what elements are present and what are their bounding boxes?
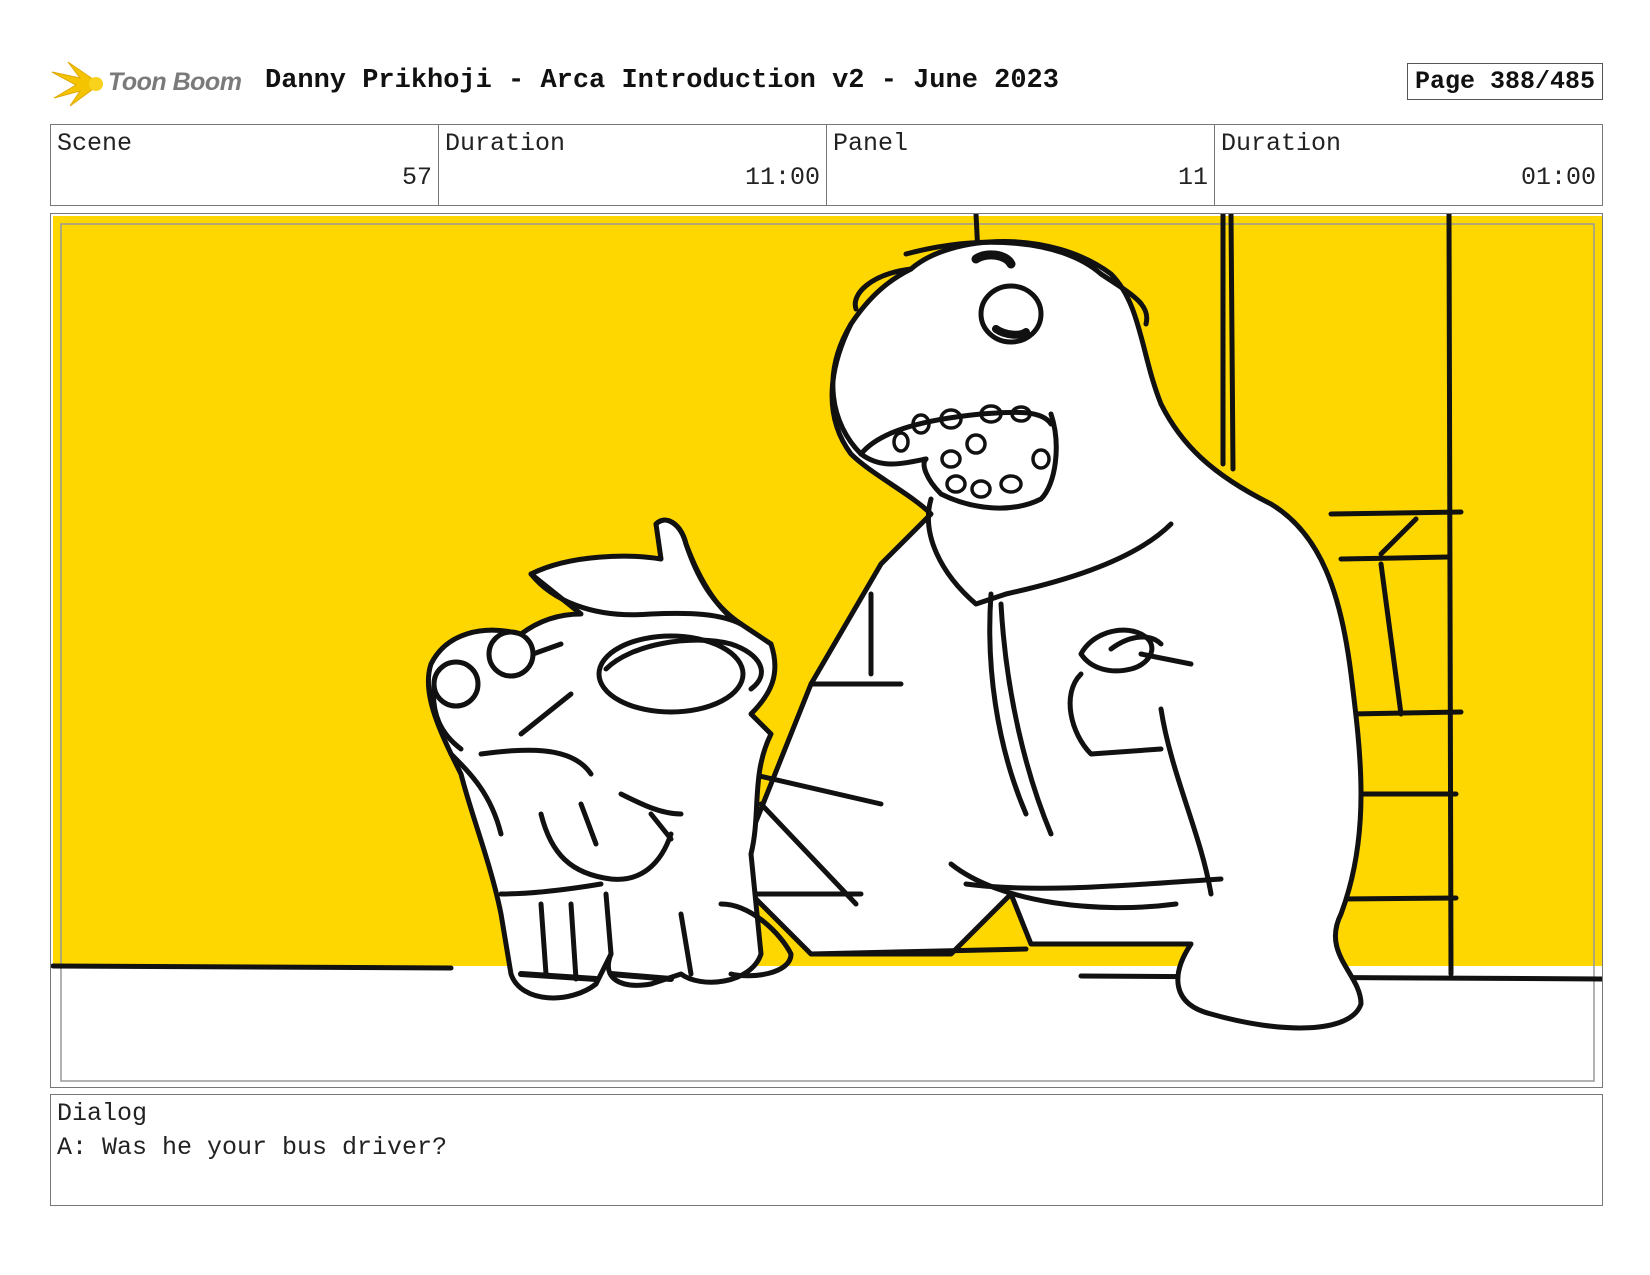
scene-duration-value: 11:00 [744, 163, 820, 192]
page-header: Toon Boom Danny Prikhoji - Arca Introduc… [50, 58, 1603, 108]
panel-label: Panel [833, 129, 909, 158]
panel-info-table: Scene 57 Duration 11:00 Panel 11 Duratio… [50, 124, 1603, 206]
dialog-label: Dialog [57, 1099, 148, 1128]
starburst-icon [51, 61, 103, 107]
panel-duration-label: Duration [1221, 129, 1342, 158]
panel-cell: Panel 11 [827, 125, 1215, 205]
scene-label: Scene [57, 129, 133, 158]
panel-value: 11 [1177, 163, 1208, 192]
scene-cell: Scene 57 [51, 125, 439, 205]
panel-duration-cell: Duration 01:00 [1215, 125, 1602, 205]
scene-value: 57 [401, 163, 432, 192]
page-number: Page 388/485 [1406, 63, 1603, 100]
scene-duration-cell: Duration 11:00 [439, 125, 827, 205]
storyboard-title: Danny Prikhoji - Arca Introduction v2 - … [265, 66, 1059, 96]
dialog-box: Dialog A: Was he your bus driver? [50, 1094, 1603, 1206]
panel-sketch [51, 214, 1602, 1087]
dialog-text: A: Was he your bus driver? [57, 1133, 448, 1162]
logo-text: Toon Boom [108, 68, 242, 96]
toon-boom-logo: Toon Boom [50, 58, 250, 108]
floor [53, 966, 1602, 1087]
storyboard-panel [50, 213, 1603, 1088]
panel-duration-value: 01:00 [1520, 163, 1596, 192]
scene-duration-label: Duration [445, 129, 566, 158]
